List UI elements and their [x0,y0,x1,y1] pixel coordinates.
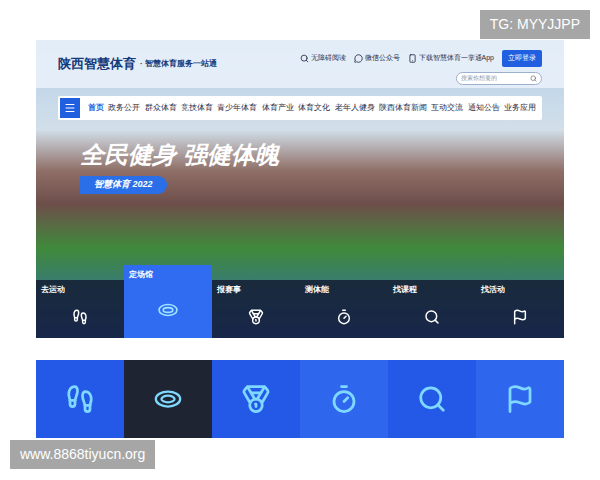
hero-badge: 智慧体育 2022 [80,176,167,194]
nav-item[interactable]: 群众体育 [145,102,177,114]
stadium-icon [157,299,179,321]
flag-icon [512,309,528,325]
service-tile[interactable] [388,360,476,438]
nav-item[interactable]: 政务公开 [108,102,140,114]
nav-item[interactable]: 老年人健身 [335,102,375,114]
nav-item[interactable]: 青少年体育 [217,102,257,114]
search-icon [417,384,447,414]
hero: 全民健身 强健体魄智慧体育 2022 [36,120,564,265]
service-card[interactable]: 找活动 [476,280,564,338]
nav-item[interactable]: 首页 [88,102,104,114]
service-tile[interactable] [36,360,124,438]
service-card[interactable]: 定场馆 [124,265,212,338]
search-box[interactable]: 搜索你想要的 [456,72,542,85]
search-icon [530,75,537,82]
menu-icon [64,102,76,114]
service-card[interactable]: 去运动 [36,280,124,338]
hero-headline: 全民健身 强健体魄 [80,140,279,170]
search-icon [424,309,440,325]
stopwatch-icon [329,384,359,414]
flag-icon [505,384,535,414]
logo[interactable]: 陕西智慧体育· 智慧体育服务一站通 [58,50,217,74]
service-row: 去运动定场馆报赛事测体能找课程找活动 [36,265,564,338]
bottom-watermark: www.8868tiyucn.org [10,440,155,469]
login-button[interactable]: 立即登录 [502,50,542,67]
top-watermark: TG: MYYJJPP [480,10,590,39]
phone-icon [408,54,417,63]
service-tile[interactable] [124,360,212,438]
header-link[interactable]: 下载智慧体育一掌通App [408,53,494,64]
service-tile[interactable] [212,360,300,438]
service-card[interactable]: 报赛事 [212,280,300,338]
stopwatch-icon [336,309,352,325]
nav-item[interactable]: 互动交流 [431,102,463,114]
medal-icon [248,309,264,325]
service-card[interactable]: 找课程 [388,280,476,338]
nav-item[interactable]: 竞技体育 [181,102,213,114]
menu-button[interactable] [60,98,80,118]
header: 陕西智慧体育· 智慧体育服务一站通 无障碍阅读微信公众号下载智慧体育一掌通App 立… [36,40,564,88]
header-link[interactable]: 微信公众号 [354,53,400,64]
service-tile[interactable] [476,360,564,438]
page: TG: MYYJJPP 陕西智慧体育· 智慧体育服务一站通 无障碍阅读微信公众号下载… [0,0,600,480]
service-tile[interactable] [300,360,388,438]
website-banner: 陕西智慧体育· 智慧体育服务一站通 无障碍阅读微信公众号下载智慧体育一掌通App 立… [36,40,564,338]
service-card[interactable]: 测体能 [300,280,388,338]
header-links: 无障碍阅读微信公众号下载智慧体育一掌通App 立即登录 [300,50,542,67]
nav-item[interactable]: 陕西体育新闻 [379,102,427,114]
header-link[interactable]: 无障碍阅读 [300,53,346,64]
nav-item[interactable]: 业务应用 [504,102,536,114]
nav-item[interactable]: 体育产业 [262,102,294,114]
magnifier-icon [300,54,309,63]
stadium-icon [153,384,183,414]
tile-strip [36,360,564,438]
shoe-icon [72,309,88,325]
shoe-icon [65,384,95,414]
nav-item[interactable]: 通知公告 [468,102,500,114]
nav-item[interactable]: 体育文化 [298,102,330,114]
nav-bar: 首页政务公开群众体育竞技体育青少年体育体育产业体育文化老年人健身陕西体育新闻互动… [58,96,542,120]
wechat-icon [354,54,363,63]
medal-icon [241,384,271,414]
